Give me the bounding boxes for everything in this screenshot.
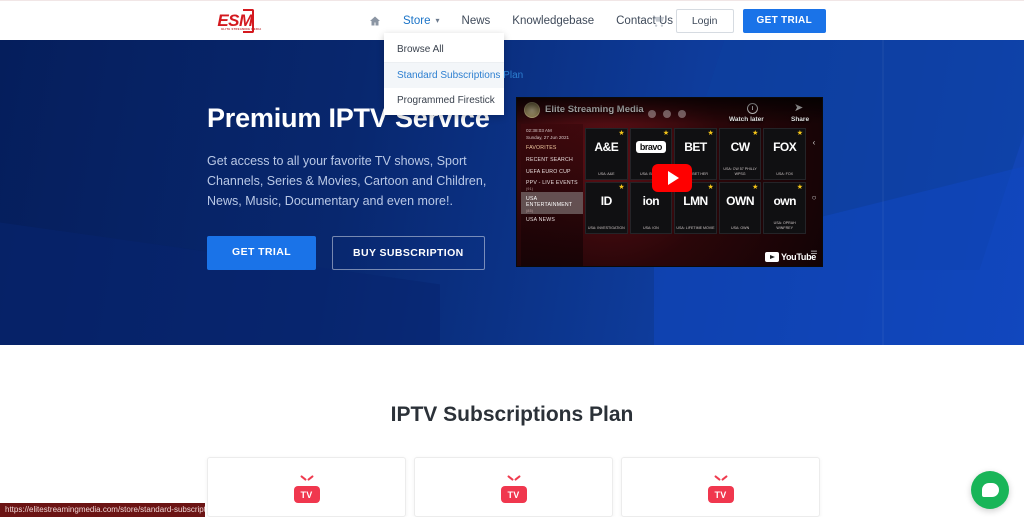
hero-cta-group: GET TRIAL BUY SUBSCRIPTION — [207, 235, 507, 271]
chevron-down-icon: ▾ — [435, 16, 440, 25]
channel-tile: ★ ID USA: INVESTIGATION — [585, 182, 628, 234]
plan-card[interactable]: TV — [414, 457, 613, 517]
logo-bracket-shape — [242, 8, 254, 33]
hero-decoration-line — [882, 40, 884, 345]
video-app-date: Sunday, 27 Jun 2021 — [526, 134, 570, 140]
plans-section-title: IPTV Subscriptions Plan — [390, 403, 634, 426]
video-sidebar-count: (91) — [526, 187, 534, 192]
plans-section: IPTV Subscriptions Plan TV TV TV — [0, 345, 1024, 517]
plan-card-list: TV TV TV — [207, 457, 820, 517]
channel-caption: USA: OPRAH WINFREY — [773, 221, 796, 230]
video-sidebar-item-favorites: FAVORITES — [526, 145, 557, 152]
video-sidebar-item-usa-entertainment: USA ENTERTAINMENT (85) — [521, 192, 583, 214]
video-app-sidebar: 02:38:03 AM Sunday, 27 Jun 2021 FAVORITE… — [521, 124, 583, 266]
chat-widget-button[interactable] — [971, 471, 1009, 509]
channel-logo: FOX — [773, 140, 797, 154]
tv-icon-label: TV — [707, 486, 734, 503]
youtube-play-icon — [764, 252, 779, 262]
video-sidebar-label: PPV - LIVE EVENTS — [526, 180, 578, 187]
nav-item-news-label: News — [461, 15, 491, 27]
nav-item-store-label: Store — [403, 15, 431, 27]
video-sidebar-item-recent-search: RECENT SEARCH — [526, 156, 573, 163]
video-sidebar-item-usa-news: USA NEWS — [526, 217, 555, 224]
dropdown-item-programmed-firestick[interactable]: Programmed Firestick — [384, 88, 504, 113]
channel-caption: USA: INVESTIGATION — [587, 225, 625, 230]
play-button[interactable] — [652, 164, 692, 192]
channel-caption: USA: FOX — [776, 171, 794, 176]
dropdown-item-browse-all[interactable]: Browse All — [384, 37, 504, 62]
channel-caption: USA: ION — [643, 225, 659, 230]
hero-copy: Premium IPTV Service Get access to all y… — [207, 103, 507, 271]
header-get-trial-button[interactable]: GET TRIAL — [742, 9, 826, 33]
video-app-time: 02:38:03 AM — [526, 128, 552, 133]
hero-subtitle: Get access to all your favorite TV shows… — [207, 153, 487, 209]
channel-logo: own — [773, 194, 796, 208]
channel-caption: USA: CW 57 PHILLY WPSG — [723, 167, 757, 176]
chat-bubble-icon — [981, 483, 999, 497]
channel-logo: BET — [684, 140, 707, 154]
channel-logo-wrap: bravo — [631, 134, 672, 160]
logo-tagline: ELITE STREAMING MEDIA — [221, 27, 262, 31]
video-sidebar-count: (85) — [526, 208, 534, 213]
tv-antenna — [715, 477, 727, 484]
hero-section: Premium IPTV Service Get access to all y… — [0, 40, 1024, 345]
dropdown-item-standard-subscriptions-plan[interactable]: Standard Subscriptions Plan — [384, 63, 523, 88]
video-sidebar-item-ppv-live-events: PPV - LIVE EVENTS (91) — [521, 176, 583, 192]
header-actions: Login GET TRIAL — [651, 1, 826, 41]
hero-buy-subscription-button[interactable]: BUY SUBSCRIPTION — [332, 235, 485, 271]
tv-icon-label: TV — [293, 486, 320, 503]
tv-antenna — [508, 477, 520, 484]
channel-logo: OWN — [726, 194, 754, 208]
youtube-watermark[interactable]: YouTube — [764, 252, 816, 262]
video-sidebar-item-uefa-euro-cup: UEFA EURO CUP — [526, 168, 571, 175]
channel-tile: ★ A&E USA: A&E — [585, 128, 628, 180]
video-channel-grid: ★ A&E USA: A&E ★ bravo USA: BRAVO ★ BET … — [585, 128, 806, 266]
channel-logo: A&E — [594, 140, 619, 154]
circle-icon: ○ — [811, 192, 817, 202]
store-dropdown-menu: Browse All Standard Subscriptions Plan P… — [384, 33, 523, 115]
home-icon — [369, 15, 381, 27]
video-app-right-rail: ‹ ○ ⚌ — [809, 138, 819, 256]
channel-caption: USA: OWN — [731, 225, 750, 230]
hero-get-trial-button[interactable]: GET TRIAL — [207, 235, 317, 271]
chevron-left-icon: ‹ — [812, 138, 816, 147]
channel-logo: CW — [730, 140, 750, 154]
tv-icon-label: TV — [500, 486, 527, 503]
channel-tile: ★ OWN USA: OWN — [718, 182, 762, 234]
channel-tile: ★ own USA: OPRAH WINFREY — [763, 182, 806, 234]
shopping-cart-icon[interactable] — [651, 14, 667, 28]
channel-caption: USA: LIFETIME MOVIE — [676, 225, 715, 230]
video-frame: 02:38:03 AM Sunday, 27 Jun 2021 FAVORITE… — [517, 98, 822, 266]
plan-card[interactable]: TV — [621, 457, 820, 517]
nav-item-knowledgebase[interactable]: Knowledgebase — [501, 1, 605, 41]
login-button[interactable]: Login — [675, 8, 734, 34]
channel-tile: ★ FOX USA: FOX — [763, 128, 806, 180]
nav-item-knowledgebase-label: Knowledgebase — [512, 15, 595, 27]
site-logo[interactable]: ESM ELITE STREAMING MEDIA — [207, 8, 263, 34]
channel-tile: ★ CW USA: CW 57 PHILLY WPSG — [718, 128, 762, 180]
video-sidebar-label: USA ENTERTAINMENT — [526, 195, 573, 208]
tv-icon: TV — [500, 482, 527, 503]
tv-icon: TV — [707, 482, 734, 503]
browser-status-bar-url: https://elitestreamingmedia.com/store/st… — [0, 503, 205, 517]
tv-icon: TV — [293, 482, 320, 503]
channel-logo: ID — [600, 194, 612, 208]
video-loading-dots — [648, 110, 686, 118]
plan-card[interactable]: TV — [207, 457, 406, 517]
channel-logo: bravo — [635, 141, 666, 153]
youtube-brand-label: YouTube — [780, 252, 816, 262]
video-player-embed[interactable]: 02:38:03 AM Sunday, 27 Jun 2021 FAVORITE… — [516, 97, 823, 267]
channel-caption: USA: A&E — [598, 171, 615, 176]
site-header: ESM ELITE STREAMING MEDIA Store ▾ News K… — [0, 0, 1024, 40]
tv-antenna — [301, 477, 313, 484]
